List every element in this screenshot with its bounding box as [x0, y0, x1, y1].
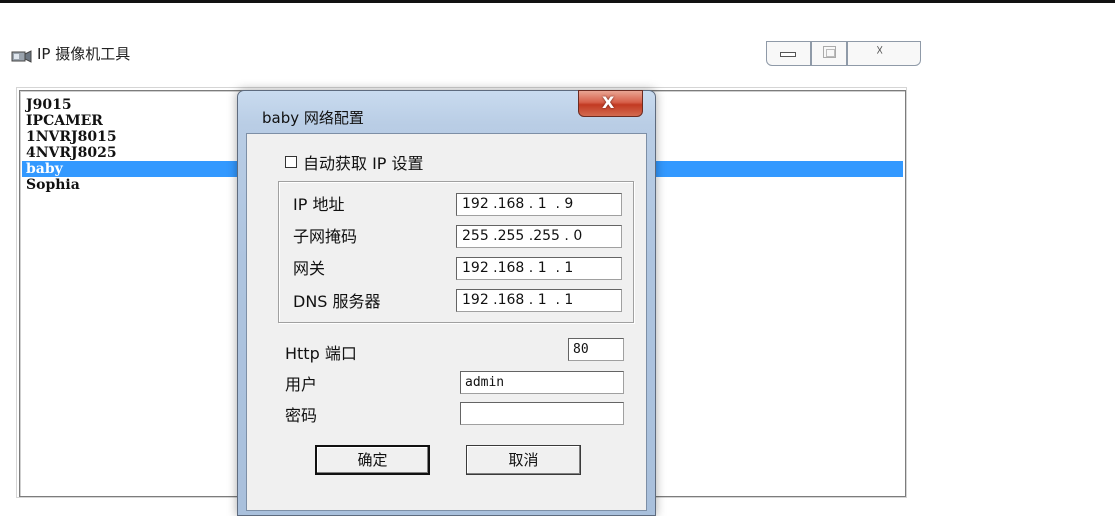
- minimize-button[interactable]: [766, 41, 811, 66]
- user-label: 用户: [285, 375, 318, 394]
- password-label: 密码: [285, 406, 318, 425]
- close-icon: X: [602, 93, 615, 112]
- dns-server-label: DNS 服务器: [293, 292, 381, 311]
- user-field[interactable]: admin: [460, 371, 624, 394]
- ip-address-label: IP 地址: [293, 195, 345, 214]
- gateway-label: 网关: [293, 259, 326, 278]
- auto-ip-label: 自动获取 IP 设置: [303, 154, 424, 173]
- network-config-dialog: baby 网络配置 X 自动获取 IP 设置 IP 地址 192 .168 . …: [237, 90, 656, 516]
- subnet-mask-label: 子网掩码: [293, 227, 358, 246]
- ip-address-field[interactable]: 192 .168 . 1 . 9: [456, 193, 622, 216]
- ip-settings-group: IP 地址 192 .168 . 1 . 9 子网掩码 255 .255 .25…: [278, 181, 634, 323]
- dialog-close-button[interactable]: X: [578, 90, 643, 117]
- minimize-icon: [780, 52, 796, 57]
- window-controls: ☓: [766, 41, 921, 67]
- gateway-field[interactable]: 192 .168 . 1 . 1: [456, 257, 622, 280]
- maximize-icon: [823, 46, 836, 58]
- window-title: IP 摄像机工具: [37, 45, 131, 63]
- auto-ip-checkbox[interactable]: [285, 156, 297, 168]
- ok-button[interactable]: 确定: [315, 445, 430, 475]
- dns-server-field[interactable]: 192 .168 . 1 . 1: [456, 289, 622, 312]
- dialog-title: baby 网络配置: [262, 109, 364, 127]
- subnet-mask-field[interactable]: 255 .255 .255 . 0: [456, 225, 622, 248]
- http-port-field[interactable]: 80: [568, 338, 624, 361]
- password-field[interactable]: [460, 402, 624, 425]
- camera-icon: [11, 50, 32, 63]
- dialog-body: 自动获取 IP 设置 IP 地址 192 .168 . 1 . 9 子网掩码 2…: [246, 133, 647, 511]
- http-port-label: Http 端口: [285, 344, 357, 363]
- maximize-button[interactable]: [811, 41, 847, 66]
- close-icon: ☓: [876, 43, 884, 59]
- top-border: [0, 0, 1115, 3]
- close-button[interactable]: ☓: [847, 41, 921, 66]
- cancel-button[interactable]: 取消: [466, 445, 581, 475]
